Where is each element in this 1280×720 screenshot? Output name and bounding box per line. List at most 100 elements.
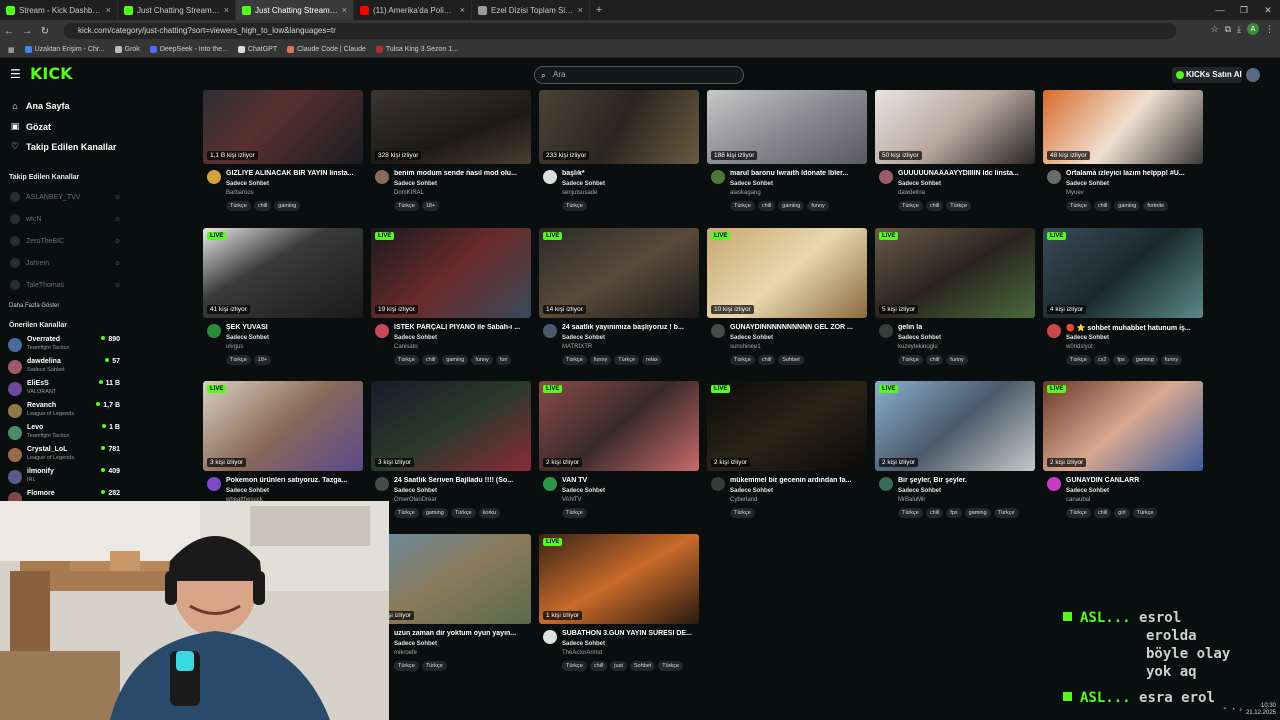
tag-chip[interactable]: gaming: [442, 355, 469, 365]
tag-chip[interactable]: chill: [421, 355, 440, 365]
tag-chip[interactable]: Türkçe: [658, 661, 684, 671]
stream-card[interactable]: LIVE 14 kişi izliyor 24 saatlik yayınımıza…: [539, 228, 699, 376]
channel-avatar[interactable]: [207, 170, 221, 184]
stream-thumbnail[interactable]: 48 kişi izliyor: [1043, 90, 1203, 164]
sidebar-nav-heart[interactable]: ♡ Takip Edilen Kanallar: [10, 141, 116, 152]
tag-chip[interactable]: Türkçe: [562, 201, 587, 211]
channel-avatar[interactable]: [711, 477, 725, 491]
profile-avatar[interactable]: A: [1247, 23, 1259, 35]
kick-logo[interactable]: KICK: [30, 64, 73, 83]
sidebar-nav-browse[interactable]: ▣ Gözat: [10, 121, 51, 132]
stream-title[interactable]: başlık*: [562, 170, 698, 177]
channel-avatar[interactable]: [375, 477, 389, 491]
stream-title[interactable]: 24 Saatlik Seriven Bajlladu !!!! (So...: [394, 477, 530, 484]
new-tab-button[interactable]: +: [590, 0, 608, 20]
browser-tab[interactable]: (11) Amerika'da Polisle Gece D ×: [354, 0, 472, 20]
channel-name[interactable]: Myuev: [1066, 190, 1084, 196]
bookmark-item[interactable]: Claude Code | Claude: [287, 46, 366, 53]
apps-grid-icon[interactable]: ▦: [8, 46, 15, 54]
bookmark-item[interactable]: ChatGPT: [237, 46, 277, 53]
stream-title[interactable]: 24 saatlik yayınımıza başlıyoruz ! b...: [562, 324, 698, 331]
channel-name[interactable]: ulvgus: [226, 344, 243, 350]
following-channel-item[interactable]: ASLANBEY_TVV ⊘: [10, 192, 120, 202]
tag-chip[interactable]: fortnite: [1143, 201, 1169, 211]
stream-category[interactable]: Sadece Sohbet: [226, 181, 269, 187]
stream-card[interactable]: 3 kişi izliyor 24 Saatlik Seriven Bajllad…: [371, 381, 531, 529]
tag-chip[interactable]: chill: [1093, 201, 1112, 211]
tag-chip[interactable]: girl: [1114, 508, 1130, 518]
stream-thumbnail[interactable]: LIVE 14 kişi izliyor: [539, 228, 699, 318]
tab-close-icon[interactable]: ×: [106, 5, 111, 15]
channel-name[interactable]: DomKIRAL: [394, 190, 424, 196]
channel-avatar[interactable]: [543, 477, 557, 491]
stream-title[interactable]: VAN TV: [562, 477, 698, 484]
stream-card[interactable]: 50 kişi izliyor GÜÜÜÜÜNAAAAYYDIIIIN ldc l…: [875, 74, 1035, 222]
following-channel-item[interactable]: ZeroTheBIC ⊘: [10, 236, 120, 246]
tag-chip[interactable]: funny: [471, 355, 493, 365]
stream-thumbnail[interactable]: LIVE 3 kişi izliyor: [203, 381, 363, 471]
stream-title[interactable]: 🔴 ⭐ sohbet muhabbet hatunum iş...: [1066, 324, 1202, 332]
stream-thumbnail[interactable]: 1,1 B kişi izliyor: [203, 90, 363, 164]
tag-chip[interactable]: chill: [925, 355, 944, 365]
tab-close-icon[interactable]: ×: [224, 5, 229, 15]
forward-icon[interactable]: →: [18, 26, 36, 37]
tag-chip[interactable]: just: [610, 661, 627, 671]
tag-chip[interactable]: Türkçe: [1066, 508, 1091, 518]
tab-close-icon[interactable]: ×: [342, 5, 347, 15]
recommended-channel-item[interactable]: EliEsS VALORANT 11 B: [8, 380, 120, 398]
recommended-channel-item[interactable]: Overrated Teamfight Tactics 890: [8, 336, 120, 354]
tag-chip[interactable]: Türkçe: [946, 201, 972, 211]
tag-chip[interactable]: chill: [253, 201, 272, 211]
tag-chip[interactable]: 18+: [253, 355, 272, 365]
channel-name[interactable]: alaskagang: [730, 190, 761, 196]
tag-chip[interactable]: gaming: [1131, 355, 1158, 365]
following-channel-item[interactable]: wtcN ⊘: [10, 214, 120, 224]
stream-category[interactable]: Sadece Sohbet: [730, 488, 773, 494]
stream-title[interactable]: marul baronu lwraith ldonate lbler...: [730, 170, 866, 177]
stream-thumbnail[interactable]: 188 kişi izliyor: [707, 90, 867, 164]
stream-title[interactable]: GÜNAYDINNNNNNNNNN GEL ZOR ...: [730, 324, 866, 331]
stream-title[interactable]: Pokemon ürünleri satıyoruz. Tazga...: [226, 477, 362, 484]
sidebar-nav-home[interactable]: ⌂ Ana Sayfa: [10, 101, 69, 111]
channel-name[interactable]: w0rldslyot: [1066, 344, 1093, 350]
stream-card[interactable]: 233 kişi izliyor başlık* Sadece Sohbet senj…: [539, 74, 699, 222]
tag-chip[interactable]: chill: [1093, 508, 1112, 518]
bookmark-item[interactable]: Grok: [114, 46, 140, 53]
tag-chip[interactable]: korku: [478, 508, 501, 518]
tag-chip[interactable]: Türkçe: [562, 508, 587, 518]
tag-chip[interactable]: gaming: [964, 508, 991, 518]
stream-category[interactable]: Sadece Sohbet: [898, 335, 941, 341]
channel-name[interactable]: mikroefe: [394, 650, 417, 656]
tag-chip[interactable]: chill: [757, 355, 776, 365]
channel-avatar[interactable]: [375, 170, 389, 184]
stream-title[interactable]: gelin la: [898, 324, 1034, 331]
stream-card[interactable]: 1,1 B kişi izliyor GİZLİYE ALINACAK BİR Y…: [203, 74, 363, 222]
stream-title[interactable]: benim modum sende nasıl mod olu...: [394, 170, 530, 177]
tag-chip[interactable]: gaming: [421, 508, 448, 518]
stream-title[interactable]: GÜNAYDIN CANLARR: [1066, 477, 1202, 484]
tag-chip[interactable]: funny: [1160, 355, 1183, 365]
stream-category[interactable]: Sadece Sohbet: [1066, 488, 1109, 494]
stream-thumbnail[interactable]: LIVE 2 kişi izliyor: [1043, 381, 1203, 471]
close-window-icon[interactable]: ✕: [1256, 0, 1280, 20]
channel-avatar[interactable]: [543, 324, 557, 338]
channel-avatar[interactable]: [543, 630, 557, 644]
browser-menu-icon[interactable]: ⋮: [1265, 24, 1274, 35]
tag-chip[interactable]: relax: [642, 355, 663, 365]
channel-avatar[interactable]: [375, 324, 389, 338]
channel-avatar[interactable]: [879, 477, 893, 491]
stream-title[interactable]: SUBATHON 3.GÜN YAYIN SÜRESİ DE...: [562, 630, 698, 637]
tag-chip[interactable]: Sohbet: [778, 355, 804, 365]
channel-name[interactable]: VANTV: [562, 497, 582, 503]
channel-avatar[interactable]: [1047, 477, 1061, 491]
clock[interactable]: 10:30 21.12.2025: [1246, 703, 1276, 717]
stream-thumbnail[interactable]: 3 kişi izliyor: [371, 381, 531, 471]
tray-chevron-icon[interactable]: ⌃: [1222, 707, 1227, 714]
tag-chip[interactable]: funny: [946, 355, 968, 365]
channel-avatar[interactable]: [879, 170, 893, 184]
network-icon[interactable]: ◔: [1231, 707, 1235, 713]
tag-chip[interactable]: Türkçe: [421, 661, 447, 671]
recommended-channel-item[interactable]: dawdelina Sadece Sohbet 57: [8, 358, 120, 376]
tag-chip[interactable]: Türkçe: [898, 355, 923, 365]
stream-thumbnail[interactable]: LIVE 2 kişi izliyor: [539, 381, 699, 471]
